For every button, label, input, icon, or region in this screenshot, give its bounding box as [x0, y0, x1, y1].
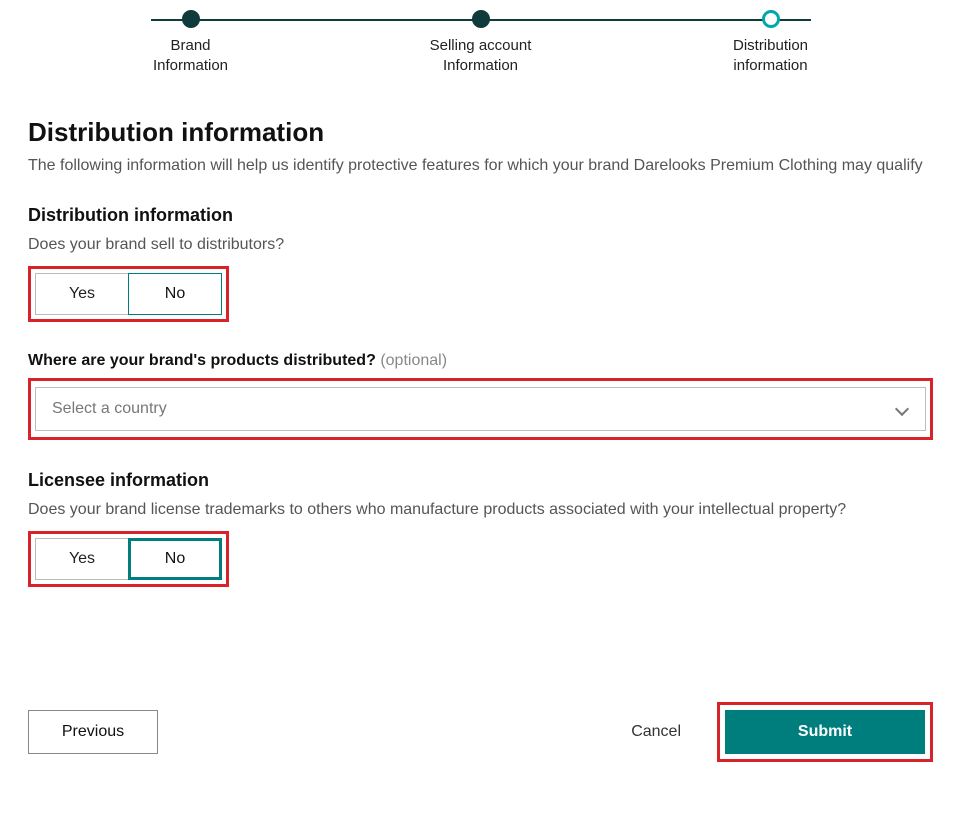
submit-button[interactable]: Submit	[725, 710, 925, 754]
step-label: Selling accountInformation	[411, 36, 551, 77]
licensee-no-button[interactable]: No	[128, 538, 222, 580]
previous-button[interactable]: Previous	[28, 710, 158, 754]
highlight-licensee-toggle: Yes No	[28, 531, 229, 587]
step-distribution-information: Distributioninformation	[701, 10, 841, 77]
distributors-yes-button[interactable]: Yes	[35, 273, 129, 315]
distributors-toggle-group: Yes No	[35, 273, 222, 315]
page-subtitle: The following information will help us i…	[28, 154, 933, 177]
page-title: Distribution information	[28, 117, 933, 148]
step-selling-account-information: Selling accountInformation	[411, 10, 551, 77]
distribution-question-distributors: Does your brand sell to distributors?	[28, 234, 933, 256]
countries-optional: (optional)	[380, 352, 447, 369]
distribution-section-title: Distribution information	[28, 205, 933, 226]
highlight-submit: Submit	[717, 702, 933, 762]
step-label: BrandInformation	[121, 36, 261, 77]
highlight-country-select: Select a country	[28, 378, 933, 440]
country-select[interactable]: Select a country	[35, 387, 926, 431]
chevron-down-icon	[895, 402, 909, 416]
country-select-placeholder: Select a country	[52, 400, 167, 418]
step-dot-done-icon	[472, 10, 490, 28]
stepper-steps: BrandInformation Selling accountInformat…	[121, 10, 841, 77]
licensee-yes-button[interactable]: Yes	[35, 538, 129, 580]
page: BrandInformation Selling accountInformat…	[0, 0, 961, 792]
step-label: Distributioninformation	[701, 36, 841, 77]
countries-label-row: Where are your brand's products distribu…	[28, 352, 933, 370]
highlight-distributors-toggle: Yes No	[28, 266, 229, 322]
footer-right: Cancel Submit	[623, 702, 933, 762]
distributors-no-button[interactable]: No	[128, 273, 222, 315]
licensee-toggle-group: Yes No	[35, 538, 222, 580]
step-dot-current-icon	[762, 10, 780, 28]
cancel-button[interactable]: Cancel	[623, 710, 689, 754]
licensee-section-title: Licensee information	[28, 470, 933, 491]
step-dot-done-icon	[182, 10, 200, 28]
footer: Previous Cancel Submit	[28, 702, 933, 762]
countries-label: Where are your brand's products distribu…	[28, 352, 376, 369]
step-brand-information: BrandInformation	[121, 10, 261, 77]
progress-stepper: BrandInformation Selling accountInformat…	[121, 10, 841, 77]
licensee-question: Does your brand license trademarks to ot…	[28, 499, 933, 521]
